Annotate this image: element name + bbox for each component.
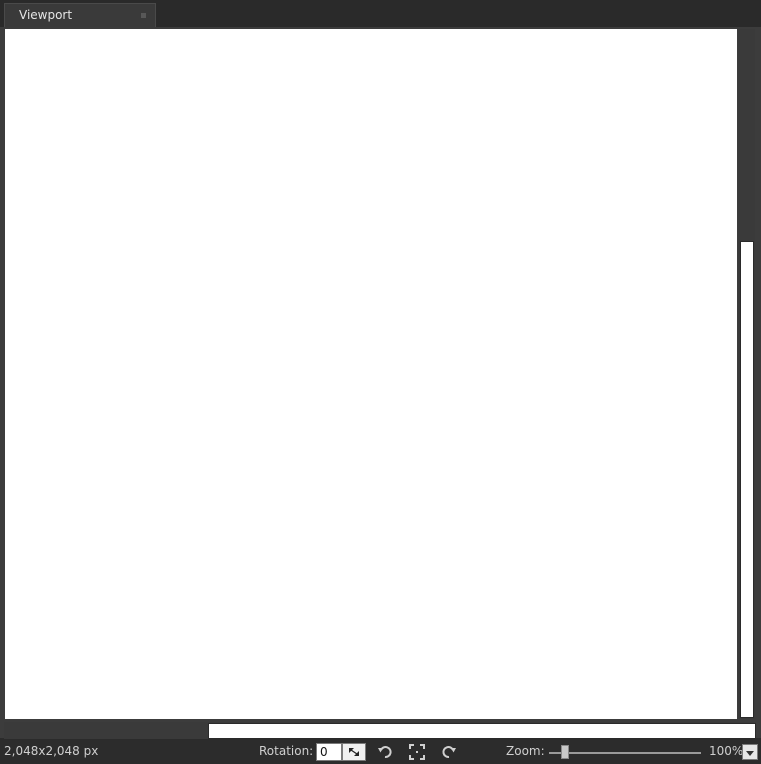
fit-to-view-button[interactable]: [408, 743, 426, 761]
rotation-spin-icon: [349, 748, 359, 756]
status-bar: 2,048x2,048 px Rotation: 0 Zoom: 100%: [0, 740, 761, 764]
image-size-label: 2,048x2,048 px: [4, 744, 99, 758]
tab-viewport[interactable]: Viewport: [4, 3, 156, 27]
rotate-right-icon: [442, 746, 456, 758]
rotation-input[interactable]: 0: [316, 743, 342, 761]
zoom-slider[interactable]: [549, 752, 701, 754]
vertical-scrollbar-thumb[interactable]: [740, 241, 754, 718]
tab-label: Viewport: [19, 8, 73, 22]
tab-close-icon[interactable]: [141, 13, 146, 18]
viewport-window: Viewport 2,048x2,048 px Rotation: 0 Zoom…: [0, 0, 761, 764]
fit-to-view-icon: [409, 744, 425, 760]
rotate-left-icon: [378, 746, 392, 758]
zoom-label: Zoom:: [506, 744, 545, 758]
horizontal-scrollbar-thumb[interactable]: [208, 723, 756, 739]
rotation-spin-button[interactable]: [342, 743, 366, 761]
chevron-down-icon: [746, 751, 754, 756]
rotation-label: Rotation:: [259, 744, 314, 758]
tab-bar: Viewport: [0, 0, 761, 27]
zoom-slider-handle[interactable]: [561, 745, 569, 759]
rotate-left-button[interactable]: [376, 743, 394, 761]
zoom-value: 100%: [709, 744, 744, 758]
image-canvas[interactable]: [5, 29, 737, 719]
rotate-right-button[interactable]: [440, 743, 458, 761]
zoom-dropdown-button[interactable]: [742, 744, 758, 760]
